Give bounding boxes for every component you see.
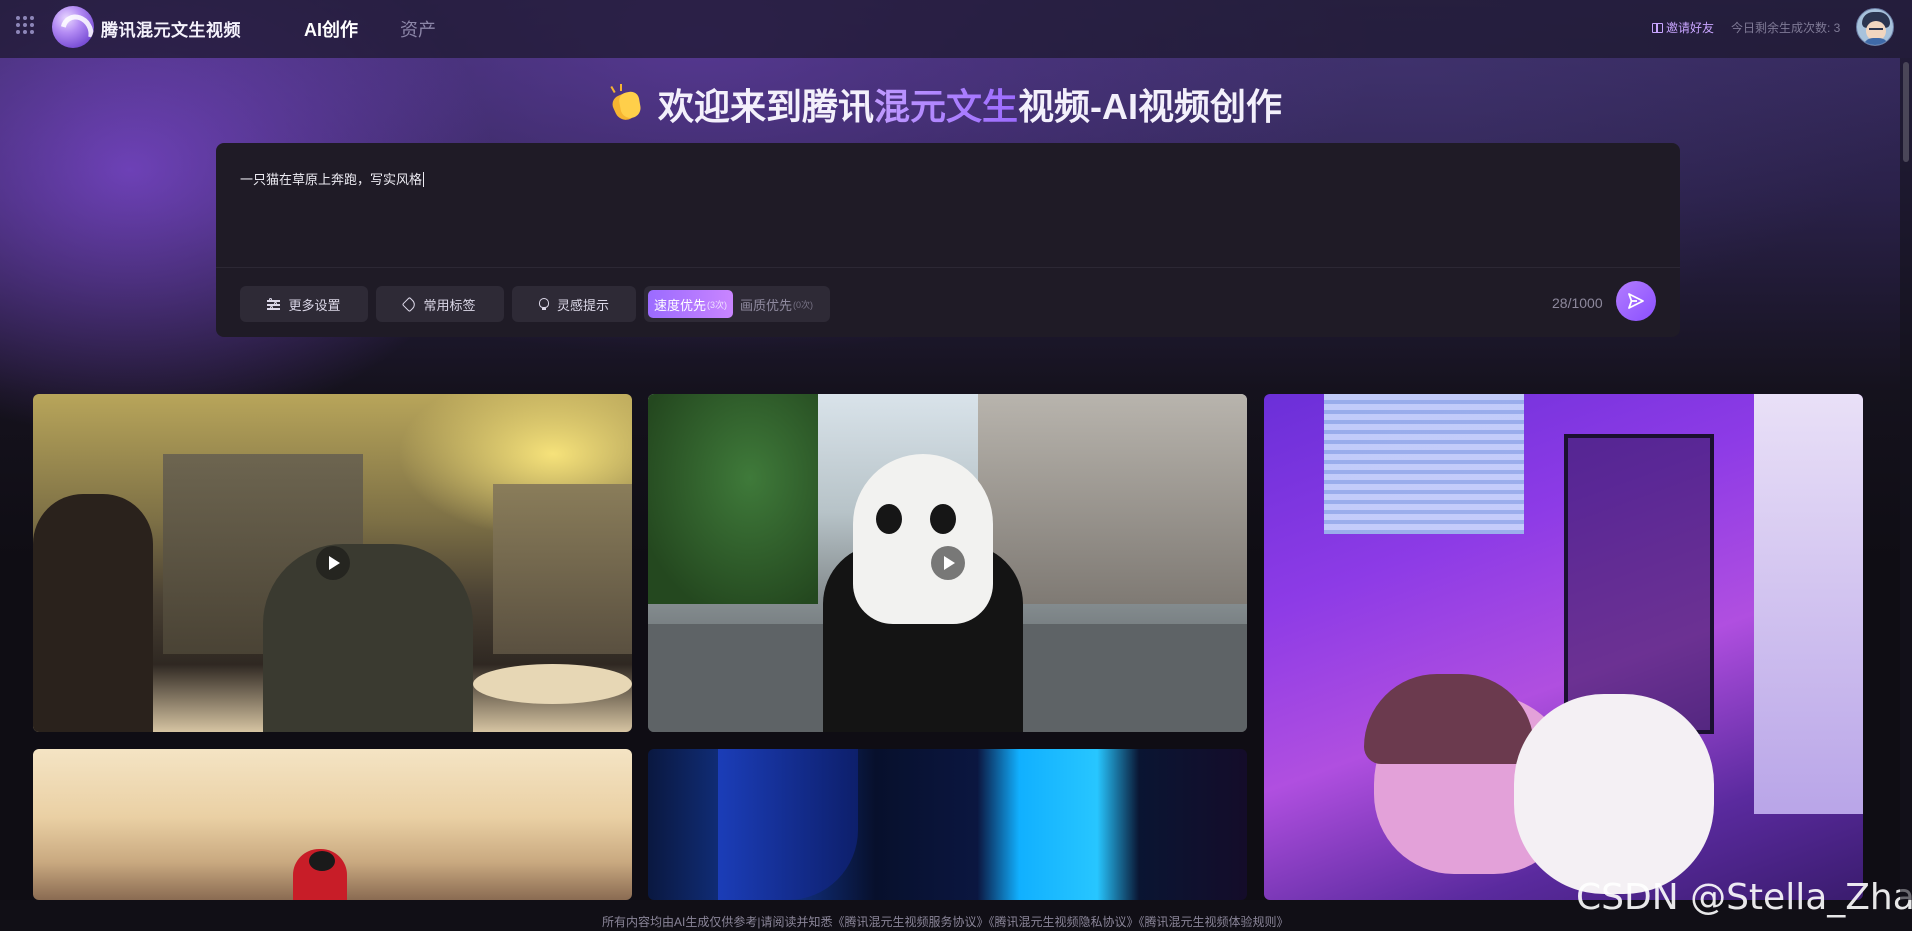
experience-rules-link[interactable]: 《腾讯混元生视频体验规则》: [1139, 915, 1289, 929]
play-icon[interactable]: [931, 546, 965, 580]
nav-assets[interactable]: 资产: [400, 16, 436, 42]
title-highlight: 混元文生: [874, 86, 1019, 127]
lightbulb-icon: [538, 297, 549, 311]
quality-priority-label: 画质优先: [740, 297, 793, 313]
title-suffix: 视频-AI视频创作: [1018, 86, 1283, 127]
speed-priority-label: 速度优先: [654, 297, 707, 313]
play-icon[interactable]: [316, 546, 350, 580]
prompt-value: 一只猫在草原上奔跑，写实风格: [240, 172, 423, 187]
character-counter: 28/1000: [1552, 295, 1603, 311]
remaining-generations: 今日剩余生成次数: 3: [1731, 21, 1841, 35]
video-card-panda-bicycle[interactable]: [648, 394, 1247, 732]
common-tags-label: 常用标签: [423, 297, 476, 313]
page-scrollbar[interactable]: [1900, 58, 1912, 900]
nav-ai-create[interactable]: AI创作: [304, 16, 358, 42]
hunyuan-logo-icon[interactable]: [52, 6, 94, 48]
quality-priority-option[interactable]: 画质优先 (0次): [734, 290, 819, 318]
title-prefix: 欢迎来到腾讯: [658, 86, 875, 127]
footer-disclaimer: 所有内容均由AI生成仅供参考|请阅读并知悉《腾讯混元生视频服务协议》《腾讯混元生…: [602, 913, 1289, 930]
apps-grid-icon[interactable]: [16, 16, 34, 34]
scrollbar-thumb[interactable]: [1903, 62, 1909, 162]
more-settings-button[interactable]: 更多设置: [240, 286, 368, 322]
gift-icon: [1652, 22, 1663, 33]
speed-priority-option[interactable]: 速度优先 (3次): [648, 290, 734, 318]
service-agreement-link[interactable]: 《腾讯混元生视频服务协议》: [832, 915, 988, 929]
send-icon: [1628, 293, 1644, 309]
video-card-girl-purple-room[interactable]: [1264, 394, 1863, 900]
tag-icon: [402, 296, 418, 312]
inspiration-button[interactable]: 灵感提示: [512, 286, 636, 322]
video-card-blue-face[interactable]: [648, 749, 1247, 900]
common-tags-button[interactable]: 常用标签: [376, 286, 504, 322]
clapping-hands-icon: [608, 84, 646, 124]
footer-notice: 所有内容均由AI生成仅供参考|请阅读并知悉: [602, 915, 833, 929]
inspiration-label: 灵感提示: [556, 297, 609, 313]
priority-toggle: 速度优先 (3次) 画质优先 (0次): [644, 286, 830, 322]
quality-priority-count: (0次): [793, 299, 814, 310]
video-card-paris-cafe[interactable]: [33, 394, 632, 732]
prompt-panel: 一只猫在草原上奔跑，写实风格 更多设置 常用标签 灵感提示 速度优先 (3次) 画…: [216, 143, 1680, 337]
brand-name: 腾讯混元文生视频: [101, 21, 241, 40]
more-settings-label: 更多设置: [288, 297, 341, 313]
invite-friends-link[interactable]: 邀请好友: [1652, 19, 1714, 36]
prompt-divider: [216, 267, 1680, 268]
speed-priority-count: (3次): [707, 299, 728, 310]
video-card-desert-penguin[interactable]: [33, 749, 632, 900]
privacy-agreement-link[interactable]: 《腾讯混元生视频隐私协议》: [988, 915, 1138, 929]
page-title: 欢迎来到腾讯混元文生视频-AI视频创作: [608, 78, 1282, 130]
csdn-watermark: CSDN @Stella_Zhan: [1576, 877, 1912, 918]
prompt-input[interactable]: 一只猫在草原上奔跑，写实风格: [240, 169, 425, 188]
send-button[interactable]: [1616, 281, 1656, 321]
user-avatar[interactable]: [1856, 8, 1894, 46]
text-caret: [423, 172, 425, 187]
top-bar: 腾讯混元文生视频 AI创作 资产 邀请好友 今日剩余生成次数: 3: [0, 0, 1912, 58]
sliders-icon: [267, 298, 281, 310]
invite-label: 邀请好友: [1666, 21, 1715, 35]
